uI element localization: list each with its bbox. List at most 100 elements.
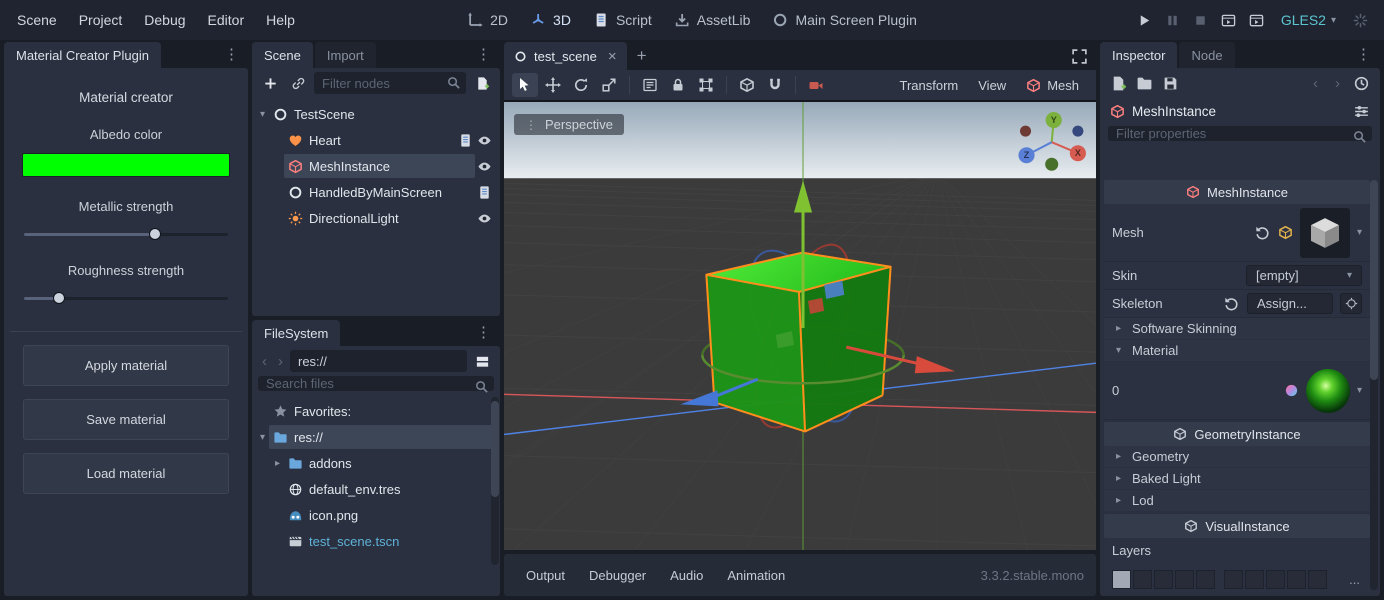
layer-checkbox-9[interactable]	[1287, 570, 1306, 589]
file-row-addons[interactable]: ▸ addons	[252, 450, 500, 476]
tree-row-heart[interactable]: Heart	[252, 127, 500, 153]
group-geometry[interactable]: ▸ Geometry	[1104, 446, 1370, 468]
slider-grabber[interactable]	[53, 292, 65, 304]
stop-button[interactable]	[1187, 7, 1215, 33]
collapse-arrow-icon[interactable]: ▾	[256, 432, 269, 443]
new-resource-icon[interactable]	[1110, 75, 1127, 92]
file-row-test-scene[interactable]: test_scene.tscn	[252, 528, 500, 554]
close-scene-tab-icon[interactable]: ×	[608, 48, 617, 65]
workspace-3d[interactable]: 3D	[520, 7, 581, 33]
visibility-eye-icon[interactable]	[475, 157, 494, 176]
layer-checkbox-10[interactable]	[1308, 570, 1327, 589]
pick-node-icon[interactable]	[1340, 293, 1362, 314]
collapse-arrow-icon[interactable]: ▾	[256, 109, 269, 120]
layer-checkbox-3[interactable]	[1154, 570, 1173, 589]
layer-checkbox-7[interactable]	[1245, 570, 1264, 589]
distraction-free-icon[interactable]	[1071, 48, 1088, 65]
material-preview-sphere[interactable]	[1306, 369, 1350, 413]
selected-cube[interactable]	[706, 253, 890, 432]
scene-tab-test-scene[interactable]: test_scene ×	[504, 42, 627, 70]
group-material[interactable]: ▾ Material	[1104, 340, 1370, 362]
menu-project[interactable]: Project	[68, 6, 134, 34]
tab-inspector[interactable]: Inspector	[1100, 42, 1177, 68]
pause-button[interactable]	[1159, 7, 1187, 33]
perspective-menu[interactable]: ⋮ Perspective	[514, 114, 624, 135]
load-material-button[interactable]: Load material	[23, 453, 229, 494]
file-row-icon-png[interactable]: icon.png	[252, 502, 500, 528]
new-scene-tab-button[interactable]: +	[627, 42, 657, 70]
file-row-favorites[interactable]: Favorites:	[252, 398, 500, 424]
file-row-res[interactable]: ▾ res://	[252, 424, 500, 450]
layer-checkbox-2[interactable]	[1133, 570, 1152, 589]
history-back-icon[interactable]: ‹	[1309, 75, 1322, 92]
layer-checkbox-5[interactable]	[1196, 570, 1215, 589]
current-path-field[interactable]: res://	[290, 350, 467, 372]
tab-material-creator-plugin[interactable]: Material Creator Plugin	[4, 42, 161, 68]
view-menu[interactable]: View	[969, 75, 1015, 96]
layers-more-label[interactable]: ...	[1349, 572, 1362, 587]
history-forward-icon[interactable]: ›	[274, 353, 287, 370]
workspace-2d[interactable]: 2D	[457, 7, 518, 33]
panel-menu-icon[interactable]: ⋮	[215, 42, 248, 68]
menu-help[interactable]: Help	[255, 6, 306, 34]
chevron-down-icon[interactable]: ▾	[1357, 227, 1362, 238]
history-forward-icon[interactable]: ›	[1331, 75, 1344, 92]
instance-scene-button[interactable]	[286, 72, 310, 94]
tree-row-directionallight[interactable]: DirectionalLight	[252, 205, 500, 231]
tab-scene[interactable]: Scene	[252, 42, 313, 68]
tab-filesystem[interactable]: FileSystem	[252, 320, 340, 346]
menu-scene[interactable]: Scene	[6, 6, 68, 34]
scrollbar[interactable]	[1370, 180, 1378, 590]
revert-icon[interactable]	[1223, 295, 1240, 312]
tree-row-testscene[interactable]: ▾ TestScene	[252, 101, 500, 127]
viewport-3d[interactable]: Y X Z ⋮ Perspective	[504, 100, 1096, 550]
search-files-input[interactable]	[258, 376, 494, 391]
selection-list-icon[interactable]	[637, 73, 663, 97]
scale-tool-icon[interactable]	[596, 73, 622, 97]
split-mode-icon[interactable]	[470, 350, 494, 372]
panel-menu-icon[interactable]: ⋮	[1347, 42, 1380, 68]
group-icon[interactable]	[693, 73, 719, 97]
scrollbar-thumb[interactable]	[491, 401, 499, 497]
history-icon[interactable]	[1353, 75, 1370, 92]
local-space-icon[interactable]	[734, 73, 760, 97]
tab-import[interactable]: Import	[315, 42, 376, 68]
filter-nodes-input[interactable]	[314, 72, 466, 94]
mesh-menu[interactable]: Mesh	[1017, 75, 1088, 96]
snap-icon[interactable]	[762, 73, 788, 97]
camera-override-icon[interactable]	[803, 73, 829, 97]
update-spinner-icon[interactable]	[1346, 7, 1374, 33]
transform-menu[interactable]: Transform	[891, 75, 968, 96]
save-resource-icon[interactable]	[1162, 75, 1179, 92]
menu-debug[interactable]: Debug	[133, 6, 196, 34]
bottom-tab-audio[interactable]: Audio	[660, 563, 713, 588]
tree-row-meshinstance[interactable]: MeshInstance	[252, 153, 500, 179]
roughness-strength-slider[interactable]	[24, 291, 228, 305]
select-tool-icon[interactable]	[512, 73, 538, 97]
collapse-arrow-icon[interactable]: ▸	[271, 458, 284, 469]
bottom-tab-debugger[interactable]: Debugger	[579, 563, 656, 588]
move-tool-icon[interactable]	[540, 73, 566, 97]
visibility-eye-icon[interactable]	[475, 131, 494, 150]
renderer-dropdown[interactable]: GLES2▾	[1281, 12, 1336, 28]
history-back-icon[interactable]: ‹	[258, 353, 271, 370]
workspace-assetlib[interactable]: AssetLib	[664, 7, 761, 33]
workspace-script[interactable]: Script	[583, 7, 662, 33]
play-custom-scene-button[interactable]	[1243, 7, 1271, 33]
layer-checkbox-6[interactable]	[1224, 570, 1243, 589]
group-lod[interactable]: ▸ Lod	[1104, 490, 1370, 512]
layer-checkbox-4[interactable]	[1175, 570, 1194, 589]
add-node-button[interactable]	[258, 72, 282, 94]
skeleton-assign-button[interactable]: Assign...	[1247, 293, 1333, 314]
apply-material-button[interactable]: Apply material	[23, 345, 229, 386]
attach-script-button[interactable]	[470, 72, 494, 94]
file-row-default-env[interactable]: default_env.tres	[252, 476, 500, 502]
load-resource-icon[interactable]	[1136, 75, 1153, 92]
layer-checkbox-8[interactable]	[1266, 570, 1285, 589]
bottom-tab-animation[interactable]: Animation	[717, 563, 795, 588]
panel-menu-icon[interactable]: ⋮	[467, 42, 500, 68]
group-baked-light[interactable]: ▸ Baked Light	[1104, 468, 1370, 490]
save-material-button[interactable]: Save material	[23, 399, 229, 440]
play-button[interactable]	[1131, 7, 1159, 33]
scrollbar-thumb[interactable]	[1370, 180, 1378, 380]
